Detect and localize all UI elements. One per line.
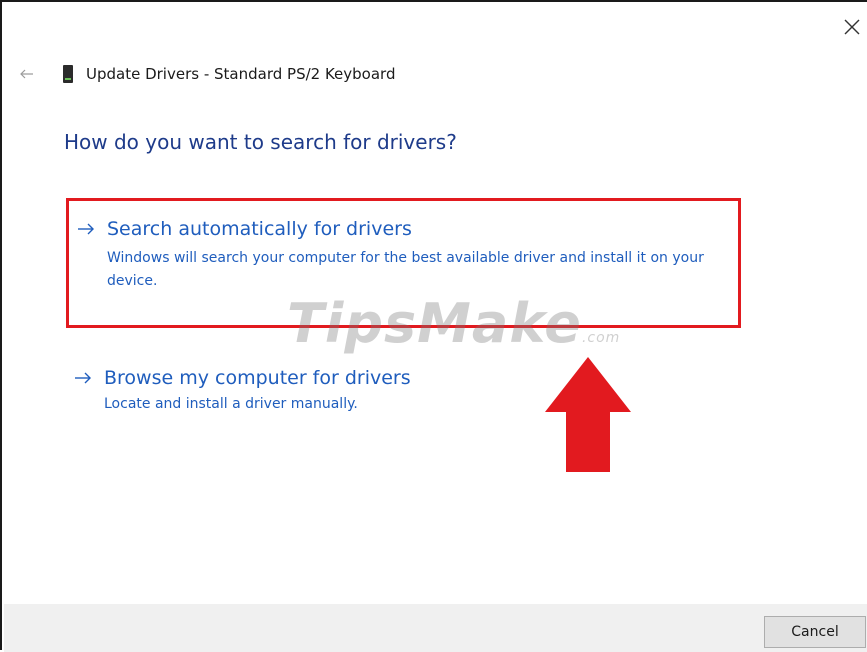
back-button[interactable] xyxy=(19,66,35,82)
dialog-footer xyxy=(4,604,867,652)
search-automatically-option[interactable]: Search automatically for drivers Windows… xyxy=(66,198,741,328)
update-drivers-dialog: Update Drivers - Standard PS/2 Keyboard … xyxy=(0,0,867,652)
option-title-row: Browse my computer for drivers xyxy=(74,367,741,389)
watermark-suffix: .com xyxy=(581,330,621,346)
window-title: Update Drivers - Standard PS/2 Keyboard xyxy=(86,65,396,83)
right-arrow-icon xyxy=(78,223,94,235)
option-title-row: Search automatically for drivers xyxy=(77,218,738,240)
dialog-header: Update Drivers - Standard PS/2 Keyboard xyxy=(19,62,395,86)
close-button[interactable] xyxy=(841,16,863,38)
right-arrow-icon xyxy=(75,372,91,384)
option-title: Browse my computer for drivers xyxy=(104,367,411,389)
cancel-button[interactable]: Cancel xyxy=(764,616,866,648)
close-icon xyxy=(844,19,860,35)
option-title: Search automatically for drivers xyxy=(107,218,412,240)
keyboard-device-icon xyxy=(63,65,73,83)
browse-computer-option[interactable]: Browse my computer for drivers Locate an… xyxy=(66,367,741,427)
red-up-arrow-icon xyxy=(545,357,631,472)
page-question: How do you want to search for drivers? xyxy=(64,130,457,154)
option-description: Windows will search your computer for th… xyxy=(107,250,704,289)
back-arrow-icon xyxy=(20,69,33,79)
